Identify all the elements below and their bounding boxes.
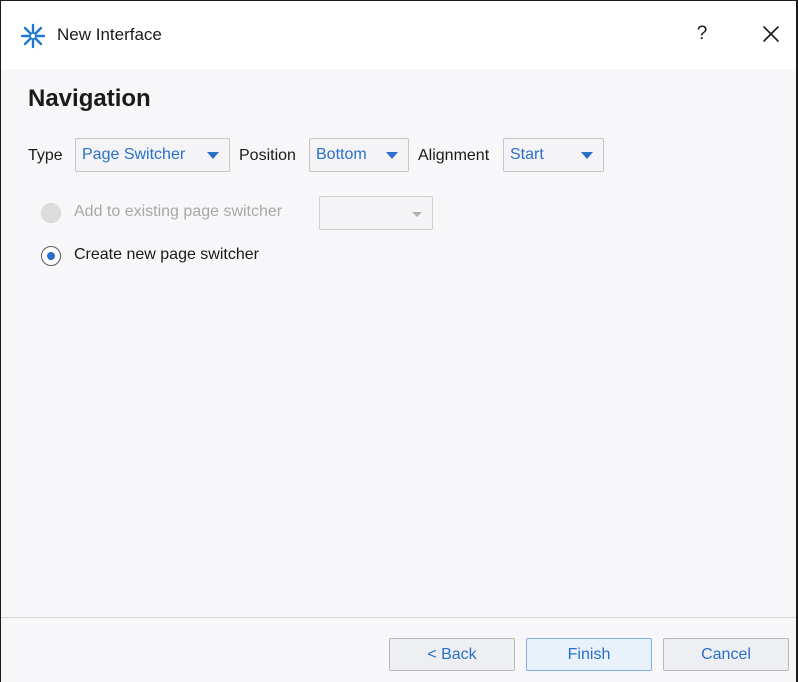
type-label: Type — [28, 147, 63, 164]
chevron-down-icon — [207, 152, 219, 159]
add-existing-radio — [41, 203, 61, 223]
back-button[interactable]: < Back — [389, 638, 515, 671]
chevron-down-icon — [386, 152, 398, 159]
position-select-value: Bottom — [316, 146, 367, 163]
chevron-down-icon — [581, 152, 593, 159]
cancel-button[interactable]: Cancel — [663, 638, 789, 671]
help-button[interactable]: ? — [691, 21, 713, 47]
window-title: New Interface — [57, 25, 162, 44]
finish-button[interactable]: Finish — [526, 638, 652, 671]
position-label: Position — [239, 147, 296, 164]
snowflake-asterisk-icon — [20, 23, 46, 49]
title-bar: New Interface ? — [1, 1, 796, 69]
close-icon — [763, 26, 779, 42]
add-existing-label: Add to existing page switcher — [74, 203, 283, 220]
dialog-footer: < Back Finish Cancel — [1, 617, 796, 682]
chevron-down-icon — [412, 212, 422, 217]
radio-selected-dot — [47, 252, 55, 260]
page-title: Navigation — [28, 85, 151, 112]
alignment-select[interactable]: Start — [503, 138, 604, 172]
alignment-select-value: Start — [510, 146, 544, 163]
create-new-radio[interactable] — [41, 246, 61, 266]
close-button[interactable] — [758, 21, 784, 47]
position-select[interactable]: Bottom — [309, 138, 409, 172]
new-interface-dialog: New Interface ? Navigation Type Page Swi… — [0, 0, 798, 682]
alignment-label: Alignment — [418, 147, 490, 164]
create-new-label[interactable]: Create new page switcher — [74, 246, 259, 264]
dialog-content: Navigation Type Page Switcher Position B… — [1, 69, 796, 617]
type-select[interactable]: Page Switcher — [75, 138, 230, 172]
type-select-value: Page Switcher — [82, 146, 186, 163]
existing-switcher-select — [319, 196, 433, 230]
